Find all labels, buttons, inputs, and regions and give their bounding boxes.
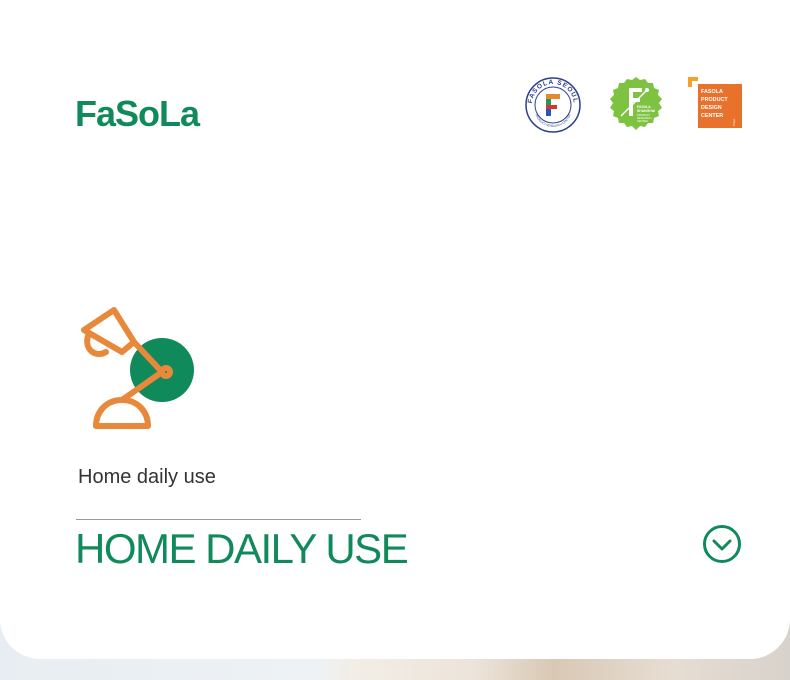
seoul-research-center-badge: FASOLA SEOUL PRODUCT RESEARCH CENTER <box>525 77 581 133</box>
fasola-logo[interactable]: FaSoLa <box>75 92 200 136</box>
category-card: FaSoLa FASOLA SEOUL PRODUCT RESEARCH CEN… <box>0 0 790 659</box>
svg-text:CENTER: CENTER <box>637 119 648 123</box>
divider <box>76 519 361 520</box>
category-title: HOME DAILY USE <box>75 525 409 572</box>
svg-text:PRODUCT: PRODUCT <box>701 97 728 103</box>
certification-badges: FASOLA SEOUL PRODUCT RESEARCH CENTER FAS… <box>520 74 750 136</box>
svg-text:SHANGHAI: SHANGHAI <box>637 109 655 113</box>
desk-lamp-icon <box>81 307 194 429</box>
svg-text:FASOLA: FASOLA <box>701 89 723 95</box>
chevron-down-icon[interactable] <box>701 523 743 565</box>
svg-text:Tokyo: Tokyo <box>732 118 736 126</box>
category-label: Home daily use <box>78 466 216 488</box>
product-design-center-badge: FASOLA PRODUCT DESIGN CENTER Tokyo <box>688 77 742 128</box>
svg-text:CENTER: CENTER <box>701 113 723 119</box>
shanghai-research-center-badge: FASOLA SHANGHAI PRODUCT RESEARCH CENTER <box>610 77 662 130</box>
svg-text:DESIGN: DESIGN <box>701 105 722 111</box>
